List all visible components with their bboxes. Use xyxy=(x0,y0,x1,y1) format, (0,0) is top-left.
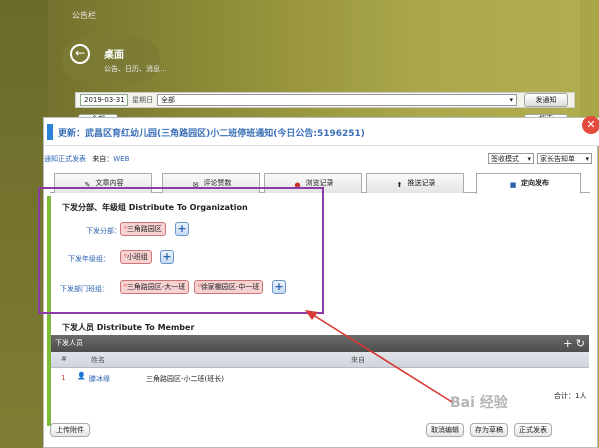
watermark: Bai 经验 xyxy=(450,395,508,411)
annotation-arrow xyxy=(305,310,453,403)
